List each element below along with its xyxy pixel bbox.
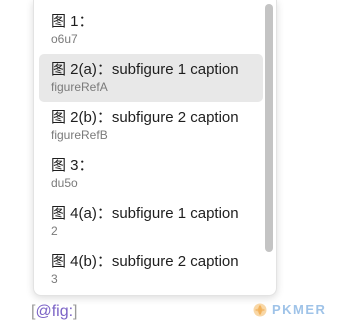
suggestion-item[interactable]: 图 1： o6u7	[39, 6, 263, 54]
suggestion-list: 图 1： o6u7 图 2(a)：subfigure 1 caption fig…	[39, 6, 263, 294]
suggestion-popup: 图 1： o6u7 图 2(a)：subfigure 1 caption fig…	[33, 0, 277, 296]
suggestion-id: figureRefB	[51, 128, 108, 142]
suggestion-id: figureRefA	[51, 80, 108, 94]
suggestion-label: 图 2(a)：subfigure 1 caption	[51, 61, 239, 78]
suggestion-label: 图 4(b)：subfigure 2 caption	[51, 253, 239, 270]
suggestion-item[interactable]: 图 2(b)：subfigure 2 caption figureRefB	[39, 102, 263, 150]
suggestion-id: 2	[51, 224, 58, 238]
suggestion-item[interactable]: 图 3： du5o	[39, 150, 263, 198]
suggestion-label: 图 1：	[51, 13, 94, 30]
suggestion-item[interactable]: 图 4(b)：subfigure 2 caption 3	[39, 246, 263, 294]
page: 图 1： o6u7 图 2(a)：subfigure 1 caption fig…	[0, 0, 338, 336]
watermark: PKMER	[253, 302, 326, 317]
suggestion-label: 图 2(b)：subfigure 2 caption	[51, 109, 239, 126]
suggestion-label: 图 4(a)：subfigure 1 caption	[51, 205, 239, 222]
suggestion-id: 3	[51, 272, 58, 286]
close-bracket: ]	[73, 303, 78, 320]
suggestion-item-selected[interactable]: 图 2(a)：subfigure 1 caption figureRefA	[39, 54, 263, 102]
watermark-text: PKMER	[272, 302, 327, 317]
scrollbar-thumb[interactable]	[265, 4, 273, 252]
suggestion-id: du5o	[51, 176, 78, 190]
editor-query[interactable]: [@fig:]	[31, 303, 78, 321]
query-text: @fig:	[35, 303, 74, 320]
suggestion-label: 图 3：	[51, 157, 94, 174]
suggestion-item[interactable]: 图 4(a)：subfigure 1 caption 2	[39, 198, 263, 246]
suggestion-id: o6u7	[51, 32, 78, 46]
pkmer-logo-icon	[253, 303, 267, 316]
